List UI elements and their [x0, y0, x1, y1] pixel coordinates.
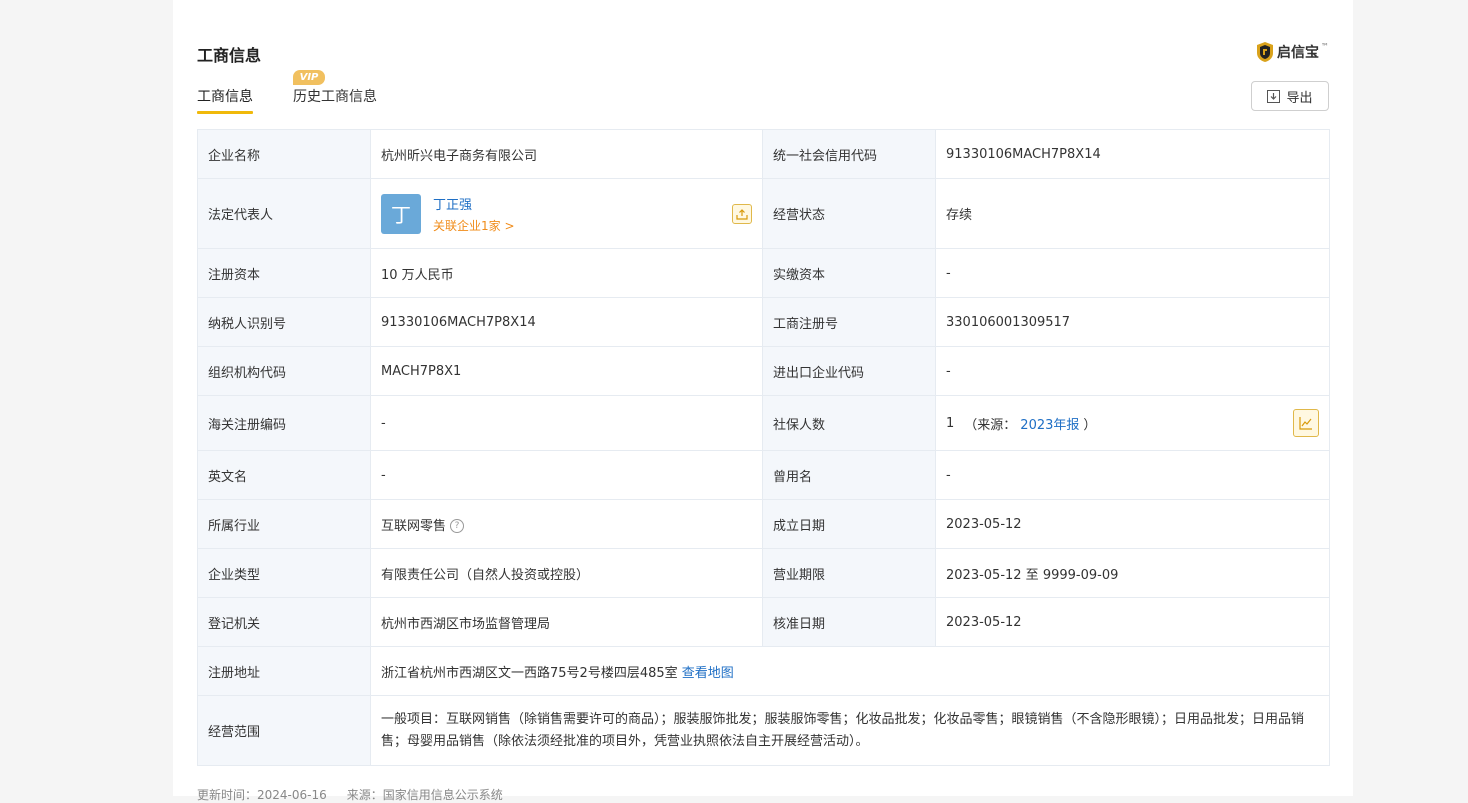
table-row: 组织机构代码 MACH7P8X1 进出口企业代码 -: [197, 346, 1330, 396]
taxpayer-id-value: 91330106MACH7P8X14: [370, 297, 763, 347]
org-code-value: MACH7P8X1: [370, 346, 763, 396]
address-label: 注册地址: [197, 646, 371, 696]
business-term-label: 营业期限: [762, 548, 936, 598]
customs-value: -: [370, 395, 763, 451]
status-value: 存续: [935, 178, 1330, 249]
related-companies-link[interactable]: 关联企业1家 >: [433, 217, 515, 234]
table-row: 所属行业 互联网零售? 成立日期 2023-05-12: [197, 499, 1330, 549]
industry-label: 所属行业: [197, 499, 371, 549]
social-security-source-prefix: （来源：: [964, 417, 1017, 433]
industry-cell: 互联网零售?: [370, 499, 763, 549]
reg-capital-value: 10 万人民币: [370, 248, 763, 298]
import-export-label: 进出口企业代码: [762, 346, 936, 396]
table-row: 法定代表人 丁 丁正强 关联企业1家 > 经营状态 存续: [197, 178, 1330, 249]
business-info-panel: 工商信息 启信宝 ™ 工商信息 VIP 历史工商信息 导出 企业名称 杭州昕兴电…: [173, 0, 1353, 802]
update-time: 更新时间：2024-06-16: [197, 788, 327, 802]
social-security-count: 1: [946, 415, 955, 431]
company-type-label: 企业类型: [197, 548, 371, 598]
tab-history-business-info[interactable]: VIP 历史工商信息: [293, 70, 377, 114]
business-term-value: 2023-05-12 至 9999-09-09: [935, 548, 1330, 598]
table-row: 海关注册编码 - 社保人数 1 （来源： 2023年报 ）: [197, 395, 1330, 451]
paid-capital-label: 实缴资本: [762, 248, 936, 298]
address-cell: 浙江省杭州市西湖区文一西路75号2号楼四层485室 查看地图: [370, 646, 1330, 696]
former-name-label: 曾用名: [762, 450, 936, 500]
help-icon[interactable]: ?: [450, 519, 465, 533]
approval-date-value: 2023-05-12: [935, 597, 1330, 647]
legal-rep-name-link[interactable]: 丁正强: [433, 194, 515, 213]
shield-icon: [1257, 42, 1273, 62]
export-button[interactable]: 导出: [1251, 81, 1329, 111]
industry-value: 互联网零售: [381, 518, 447, 534]
company-name-value: 杭州昕兴电子商务有限公司: [370, 129, 763, 179]
table-row: 纳税人识别号 91330106MACH7P8X14 工商注册号 33010600…: [197, 297, 1330, 347]
social-security-cell: 1 （来源： 2023年报 ）: [935, 395, 1330, 451]
legal-rep-cell: 丁 丁正强 关联企业1家 >: [370, 178, 763, 249]
import-export-value: -: [935, 346, 1330, 396]
company-name-label: 企业名称: [197, 129, 371, 179]
table-row: 注册地址 浙江省杭州市西湖区文一西路75号2号楼四层485室 查看地图: [197, 646, 1330, 696]
reg-capital-label: 注册资本: [197, 248, 371, 298]
legal-rep-label: 法定代表人: [197, 178, 371, 249]
former-name-value: -: [935, 450, 1330, 500]
org-code-label: 组织机构代码: [197, 346, 371, 396]
registration-authority-label: 登记机关: [197, 597, 371, 647]
table-row: 经营范围 一般项目：互联网销售（除销售需要许可的商品）；服装服饰批发；服装服饰零…: [197, 695, 1330, 766]
tab-business-info[interactable]: 工商信息: [197, 86, 253, 114]
reg-no-label: 工商注册号: [762, 297, 936, 347]
established-value: 2023-05-12: [935, 499, 1330, 549]
english-name-label: 英文名: [197, 450, 371, 500]
share-icon[interactable]: [732, 203, 752, 224]
business-info-table: 企业名称 杭州昕兴电子商务有限公司 统一社会信用代码 91330106MACH7…: [197, 129, 1330, 766]
table-row: 企业类型 有限责任公司（自然人投资或控股） 营业期限 2023-05-12 至 …: [197, 548, 1330, 598]
customs-label: 海关注册编码: [197, 395, 371, 451]
reg-no-value: 330106001309517: [935, 297, 1330, 347]
table-row: 登记机关 杭州市西湖区市场监督管理局 核准日期 2023-05-12: [197, 597, 1330, 647]
annual-report-link[interactable]: 2023年报: [1020, 414, 1079, 433]
footer-meta: 更新时间：2024-06-16 来源：国家信用信息公示系统: [197, 786, 503, 803]
vip-badge: VIP: [293, 70, 325, 85]
download-icon: [1267, 89, 1281, 103]
section-title: 工商信息: [197, 46, 262, 65]
trend-chart-icon[interactable]: [1293, 409, 1319, 437]
address-value: 浙江省杭州市西湖区文一西路75号2号楼四层485室: [381, 665, 678, 681]
established-label: 成立日期: [762, 499, 936, 549]
table-row: 注册资本 10 万人民币 实缴资本 -: [197, 248, 1330, 298]
export-button-label: 导出: [1286, 90, 1313, 106]
brand-name: 启信宝: [1277, 45, 1319, 61]
tab-history-label: 历史工商信息: [293, 89, 377, 105]
english-name-value: -: [370, 450, 763, 500]
approval-date-label: 核准日期: [762, 597, 936, 647]
tab-bar: 工商信息 VIP 历史工商信息: [197, 70, 377, 114]
avatar[interactable]: 丁: [381, 193, 421, 234]
registration-authority-value: 杭州市西湖区市场监督管理局: [370, 597, 763, 647]
tab-business-info-label: 工商信息: [197, 89, 253, 105]
brand-logo: 启信宝 ™: [1257, 42, 1329, 62]
data-source: 来源：国家信用信息公示系统: [346, 788, 503, 802]
paid-capital-value: -: [935, 248, 1330, 298]
taxpayer-id-label: 纳税人识别号: [197, 297, 371, 347]
view-map-link[interactable]: 查看地图: [682, 666, 734, 681]
scope-value: 一般项目：互联网销售（除销售需要许可的商品）；服装服饰批发；服装服饰零售；化妆品…: [370, 695, 1330, 766]
social-security-source-suffix: ）: [1083, 417, 1097, 433]
company-type-value: 有限责任公司（自然人投资或控股）: [370, 548, 763, 598]
status-label: 经营状态: [762, 178, 936, 249]
table-row: 企业名称 杭州昕兴电子商务有限公司 统一社会信用代码 91330106MACH7…: [197, 129, 1330, 179]
social-security-label: 社保人数: [762, 395, 936, 451]
credit-code-value: 91330106MACH7P8X14: [935, 129, 1330, 179]
table-row: 英文名 - 曾用名 -: [197, 450, 1330, 500]
trademark-mark: ™: [1321, 41, 1329, 51]
credit-code-label: 统一社会信用代码: [762, 129, 936, 179]
scope-label: 经营范围: [197, 695, 371, 766]
